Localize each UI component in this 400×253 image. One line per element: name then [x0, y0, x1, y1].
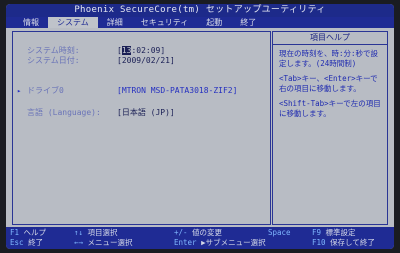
help-text-time: 現在の時刻を、時:分:秒で設定します。(24時間制)	[279, 49, 379, 68]
tab-security[interactable]: セキュリティ	[132, 17, 198, 28]
menu-bar: 情報 システム 詳細 セキュリティ 起動 終了	[6, 17, 394, 28]
language-value[interactable]: [日本語 (JP)]	[117, 108, 175, 118]
tab-advanced[interactable]: 詳細	[98, 17, 132, 28]
select-menu-hint: ←→ メニュー選択	[74, 238, 133, 247]
save-exit-hint: F10 保存して終了	[312, 238, 375, 247]
key-help-footer: F1 ヘルプ ↑↓ 項目選択 +/- 値の変更 Space F9 標準設定 Es…	[6, 227, 394, 249]
language-row[interactable]: 言語 (Language): [日本語 (JP)]	[13, 108, 270, 118]
help-key-hint: F1 ヘルプ	[10, 228, 47, 237]
tab-exit[interactable]: 終了	[231, 17, 265, 28]
system-date-label: システム日付:	[27, 56, 80, 65]
select-item-hint: ↑↓ 項目選択	[74, 228, 118, 237]
tab-system[interactable]: システム	[48, 17, 98, 28]
submenu-arrow-icon: ▸	[17, 87, 22, 95]
system-date-row[interactable]: システム日付: [2009/02/21]	[13, 56, 270, 66]
item-help-panel: 項目ヘルプ 現在の時刻を、時:分:秒で設定します。(24時間制) <Tab>キー…	[272, 31, 388, 225]
tab-boot[interactable]: 起動	[197, 17, 231, 28]
drive0-value[interactable]: [MTRON MSD-PATA3018-ZIF2]	[117, 86, 237, 96]
tab-info[interactable]: 情報	[14, 17, 48, 28]
settings-panel: システム時刻: [13:02:09] システム日付: [2009/02/21] …	[12, 31, 271, 225]
space-key-hint: Space	[268, 228, 291, 237]
bios-screen: Phoenix SecureCore(tm) セットアップユーティリティ 情報 …	[6, 4, 394, 249]
item-help-title: 項目ヘルプ	[273, 32, 387, 45]
system-date-value[interactable]: [2009/02/21]	[117, 56, 175, 66]
window-title: Phoenix SecureCore(tm) セットアップユーティリティ	[6, 4, 394, 17]
exit-key-hint: Esc 終了	[10, 238, 44, 247]
help-text-shift-tab: <Shift-Tab>キーで左の項目に移動します。	[279, 99, 381, 118]
change-value-hint: +/- 値の変更	[174, 228, 223, 237]
language-label: 言語 (Language):	[27, 108, 101, 117]
system-time-row[interactable]: システム時刻: [13:02:09]	[13, 46, 270, 56]
submenu-hint: Enter ▶サブメニュー選択	[174, 238, 266, 247]
defaults-hint: F9 標準設定	[312, 228, 356, 237]
drive0-row[interactable]: ▸ ドライブ0 [MTRON MSD-PATA3018-ZIF2]	[13, 86, 270, 96]
system-time-label: システム時刻:	[27, 46, 80, 55]
help-text-tab: <Tab>キー、<Enter>キーで右の項目に移動します。	[279, 74, 378, 93]
drive0-label: ドライブ0	[27, 86, 64, 95]
system-time-value[interactable]: [13:02:09]	[117, 46, 165, 56]
